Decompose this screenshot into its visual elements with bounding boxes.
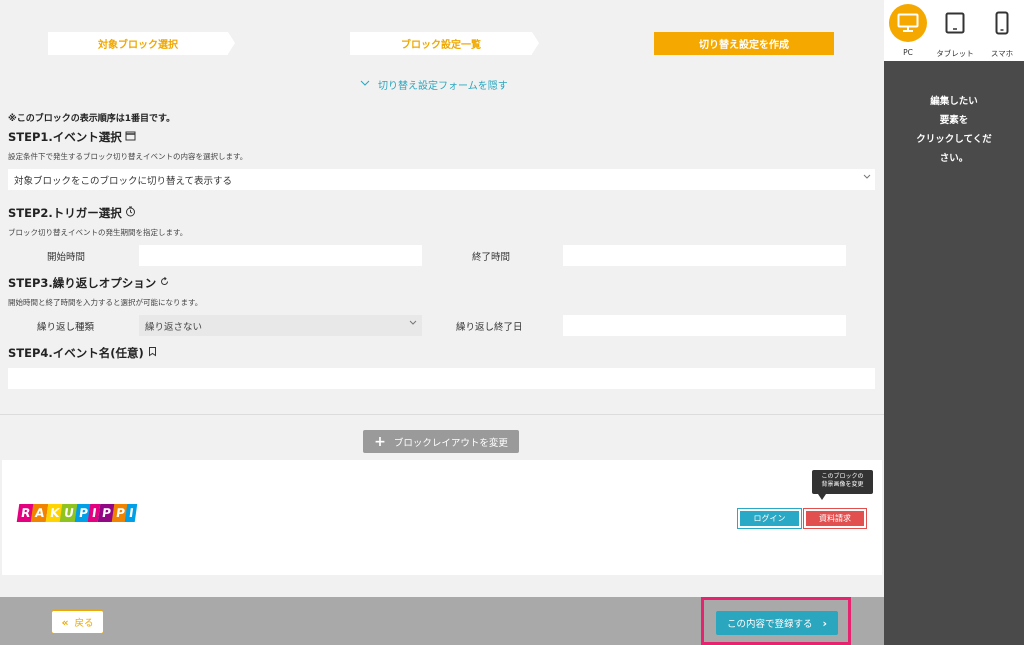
end-time-label: 終了時間 — [472, 252, 511, 263]
step4-title: STEP4.イベント名(任意) — [8, 345, 158, 361]
instruction-line: 要素を — [939, 115, 969, 126]
repeat-type-value: 繰り返さない — [145, 321, 203, 333]
change-background-tooltip[interactable]: このブロックの 背景画像を変更 — [812, 470, 873, 500]
bookmark-icon — [147, 346, 158, 360]
smartphone-icon — [983, 4, 1021, 42]
repeat-type-select[interactable]: 繰り返さない — [139, 315, 422, 336]
request-docs-button[interactable]: 資料請求 — [803, 508, 867, 529]
step3-title: STEP3.繰り返しオプション — [8, 275, 170, 291]
device-tablet-button[interactable]: タブレット — [933, 4, 977, 58]
double-chevron-left-icon: « — [61, 615, 69, 629]
device-label: スマホ — [990, 49, 1014, 58]
logo-letter: I — [125, 504, 139, 522]
step3-title-text: STEP3.繰り返しオプション — [8, 276, 157, 290]
edit-instruction: 編集したい 要素を クリックしてくだ さい。 — [884, 92, 1024, 168]
step1-title: STEP1.イベント選択 — [8, 129, 136, 145]
event-name-input[interactable] — [8, 368, 875, 389]
right-panel: PC タブレット スマホ 編集したい 要素を クリックしてくだ さい。 — [884, 0, 1024, 645]
chevron-down-icon — [360, 79, 370, 90]
block-preview[interactable]: RAKUPIPPI このブロックの 背景画像を変更 ログイン 資料請求 — [2, 460, 882, 575]
repeat-type-label: 繰り返し種類 — [37, 322, 95, 333]
register-highlight: この内容で登録する › — [701, 597, 851, 645]
step-tab-label: 対象ブロック選択 — [98, 40, 178, 51]
register-button[interactable]: この内容で登録する › — [716, 611, 838, 635]
step1-title-text: STEP1.イベント選択 — [8, 130, 122, 144]
instruction-line: クリックしてくだ — [916, 134, 992, 145]
repeat-end-label: 繰り返し終了日 — [456, 322, 523, 333]
device-switcher: PC タブレット スマホ — [884, 0, 1024, 61]
login-button[interactable]: ログイン — [737, 508, 802, 529]
event-select[interactable]: 対象ブロックをこのブロックに切り替えて表示する — [8, 169, 875, 190]
main-area: 対象ブロック選択 ブロック設定一覧 切り替え設定を作成 切り替え設定フォームを隠… — [0, 0, 884, 645]
step2-title: STEP2.トリガー選択 — [8, 205, 136, 221]
step-tab-create-switch[interactable]: 切り替え設定を作成 — [654, 32, 834, 55]
divider — [0, 414, 884, 415]
footer-bar: « 戻る この内容で登録する › — [0, 597, 884, 645]
tooltip-line: このブロックの — [821, 473, 864, 480]
tooltip-line: 背景画像を変更 — [821, 481, 864, 488]
order-note: ※このブロックの表示順序は1番目です。 — [8, 114, 176, 124]
calendar-icon — [125, 130, 136, 144]
step-tab-select-block[interactable]: 対象ブロック選択 — [48, 32, 235, 55]
step-tab-label: 切り替え設定を作成 — [699, 40, 789, 51]
device-label: PC — [903, 48, 913, 57]
step-progress: 対象ブロック選択 ブロック設定一覧 切り替え設定を作成 — [0, 32, 884, 56]
chevron-down-icon — [409, 319, 417, 328]
step2-title-text: STEP2.トリガー選択 — [8, 206, 122, 220]
step4-title-text: STEP4.イベント名(任意) — [8, 346, 144, 360]
chevron-right-icon: › — [822, 616, 828, 630]
repeat-icon — [159, 276, 170, 290]
repeat-end-input[interactable] — [563, 315, 846, 336]
instruction-line: 編集したい — [930, 96, 978, 107]
step-tab-block-list[interactable]: ブロック設定一覧 — [350, 32, 539, 55]
step-arrow — [532, 32, 539, 54]
register-label: この内容で登録する — [726, 619, 813, 630]
change-layout-label: ブロックレイアウトを変更 — [393, 437, 508, 449]
hide-form-label: 切り替え設定フォームを隠す — [378, 81, 508, 92]
back-label: 戻る — [74, 618, 94, 629]
device-smartphone-button[interactable]: スマホ — [980, 4, 1024, 58]
device-pc-button[interactable]: PC — [886, 4, 930, 58]
chevron-down-icon — [863, 173, 871, 182]
step1-description: 設定条件下で発生するブロック切り替えイベントの内容を選択します。 — [8, 152, 248, 161]
back-button[interactable]: « 戻る — [51, 610, 104, 634]
start-time-input[interactable] — [139, 245, 422, 266]
desktop-icon — [889, 4, 927, 42]
plus-icon: + — [374, 433, 386, 450]
start-time-label: 開始時間 — [47, 252, 86, 263]
step-tab-label: ブロック設定一覧 — [401, 40, 481, 51]
clock-icon — [125, 206, 136, 220]
instruction-line: さい。 — [939, 153, 969, 164]
device-label: タブレット — [936, 49, 974, 58]
end-time-input[interactable] — [563, 245, 846, 266]
step3-description: 開始時間と終了時間を入力すると選択が可能になります。 — [8, 298, 203, 307]
event-select-value: 対象ブロックをこのブロックに切り替えて表示する — [14, 175, 233, 187]
rakupippi-logo[interactable]: RAKUPIPPI — [16, 504, 139, 522]
step-arrow — [228, 32, 235, 54]
change-layout-button[interactable]: + ブロックレイアウトを変更 — [363, 430, 519, 453]
tablet-icon — [936, 4, 974, 42]
hide-form-toggle[interactable]: 切り替え設定フォームを隠す — [360, 77, 508, 92]
step2-description: ブロック切り替えイベントの発生期間を指定します。 — [8, 228, 188, 237]
